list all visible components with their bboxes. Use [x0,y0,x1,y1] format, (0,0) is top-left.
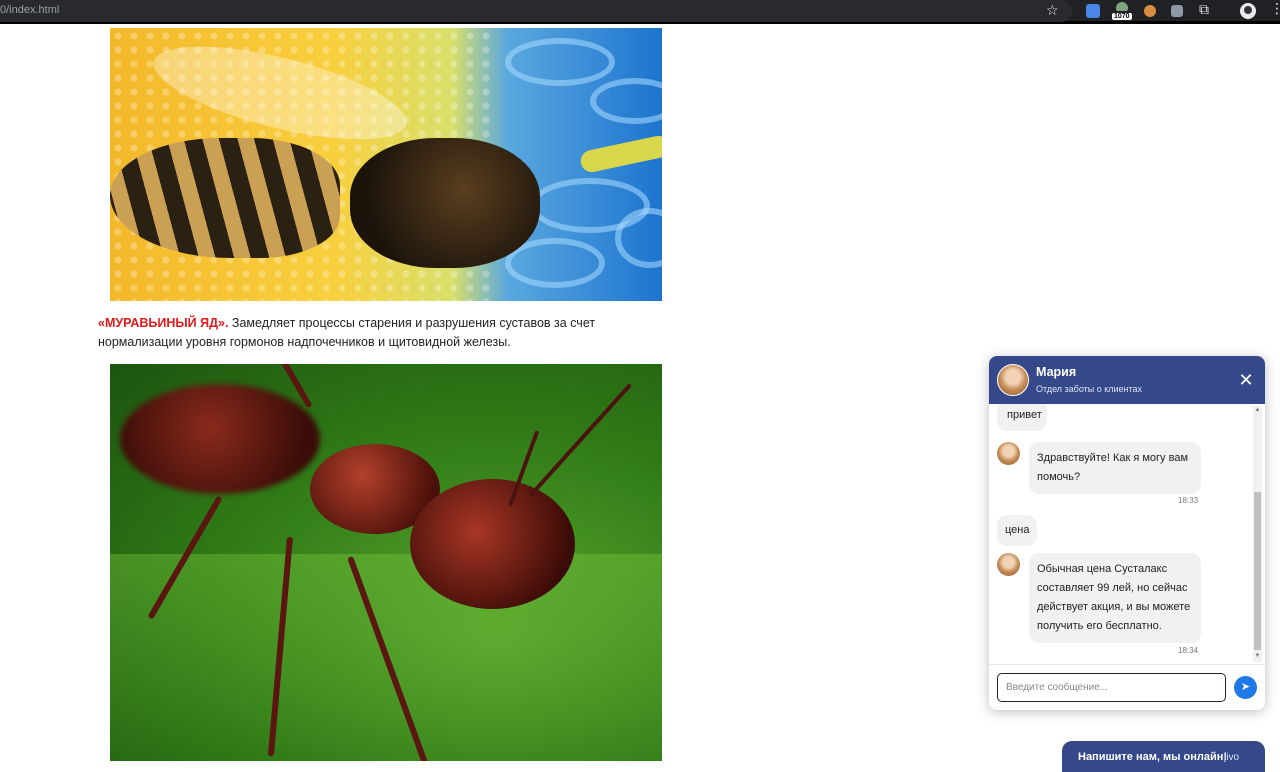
menu-icon[interactable]: ⋮ [1270,1,1280,15]
jivo-logo: jivo [1224,752,1240,763]
chat-scrollbar-thumb[interactable] [1254,492,1261,650]
agent-message: Здравствуйте! Как я могу вам помочь? [1029,442,1201,494]
extension-bear-icon [1116,2,1128,11]
message-time: 18:34 [1178,646,1199,655]
chat-message-list: привет Здравствуйте! Как я могу вам помо… [989,404,1265,664]
extension-badge-count: 1070 [1112,13,1132,20]
agent-avatar [997,364,1029,396]
address-bar[interactable]: 0/index.html [0,0,1072,22]
agent-message-avatar [997,553,1020,576]
chat-widget: Мария Отдел заботы о клиентах ✕ привет З… [989,356,1265,710]
url-text[interactable]: 0/index.html [0,4,59,16]
scroll-up-icon[interactable]: ▲ [1253,406,1262,415]
ant-venom-heading: «МУРАВЬИНЫЙ ЯД». [98,316,229,330]
profile-icon[interactable] [1240,3,1256,19]
ant-image [110,364,662,761]
agent-message-avatar [997,442,1020,465]
extension-badge-icon[interactable]: 1070 [1112,2,1134,20]
browser-toolbar: 0/index.html ☆ 1070 ⧉ ⋮ [0,0,1280,24]
close-icon[interactable]: ✕ [1236,370,1256,390]
message-time: 18:33 [1178,496,1199,505]
send-button[interactable]: ➤ [1234,676,1257,699]
agent-message: Обычная цена Сусталакс составляет 99 лей… [1029,553,1201,643]
translate-icon[interactable] [1086,4,1100,18]
devtools-icon[interactable] [1171,5,1183,17]
bookmark-star-icon[interactable]: ☆ [1046,2,1059,19]
cookie-icon[interactable] [1144,5,1156,17]
bubble-shape [590,78,662,124]
ant-head [410,479,575,609]
agent-role: Отдел заботы о клиентах [1036,384,1143,394]
bubble-shape [505,38,615,86]
message-input[interactable] [997,673,1226,702]
chat-divider [989,664,1265,665]
scroll-down-icon[interactable]: ▼ [1253,652,1262,661]
online-button-label: Напишите нам, мы онлайн! [1078,751,1228,763]
send-arrow-icon: ➤ [1240,681,1251,693]
ant-gaster [120,384,320,494]
venom-drop [578,133,662,175]
agent-name: Мария [1036,365,1077,379]
chat-header: Мария Отдел заботы о клиентах ✕ [989,356,1265,404]
user-message: цена [997,515,1037,546]
user-message: привет [997,404,1047,431]
chat-online-button[interactable]: Напишите нам, мы онлайн! jivo [1062,741,1265,772]
ant-antenna [528,383,632,498]
puzzle-icon[interactable]: ⧉ [1199,1,1209,18]
bee-venom-image [110,28,662,301]
ant-venom-paragraph: «МУРАВЬИНЫЙ ЯД». Замедляет процессы стар… [98,314,658,352]
bee-head [350,138,540,268]
